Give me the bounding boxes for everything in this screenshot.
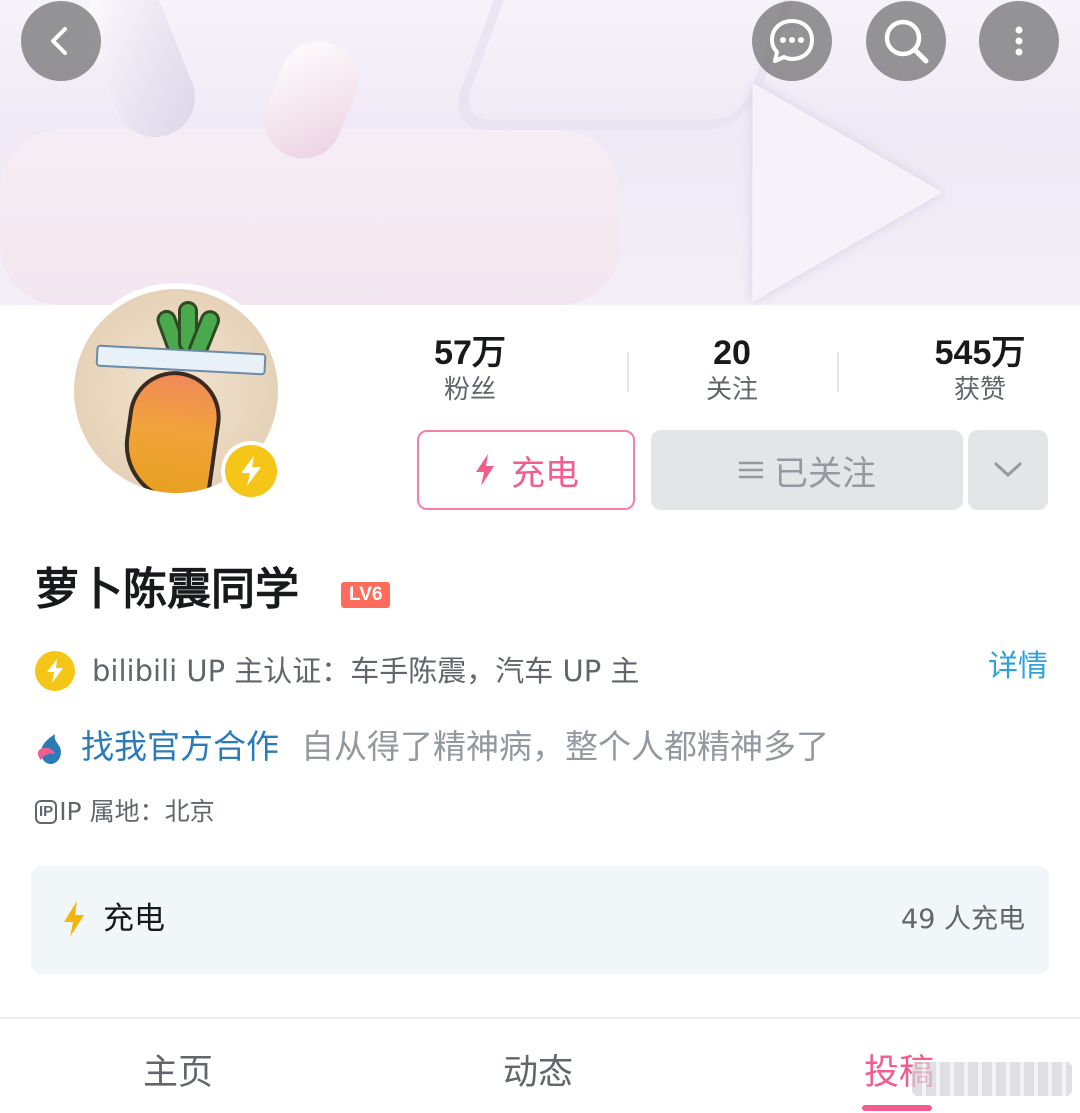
message-icon	[770, 19, 814, 63]
stat-divider	[627, 352, 629, 392]
stat-label: 关注	[705, 375, 758, 405]
certification-icon	[35, 651, 75, 691]
lightning-icon	[47, 659, 63, 683]
ip-badge-icon: IP	[35, 800, 58, 824]
more-button[interactable]	[979, 1, 1059, 81]
follow-button-label: 已关注	[774, 453, 876, 494]
charge-card-count: 49 人充电	[901, 904, 1025, 935]
menu-lines-icon	[738, 461, 764, 479]
search-button[interactable]	[866, 1, 946, 81]
stat-value: 57万	[434, 334, 506, 372]
stat-followers[interactable]: 57万 粉丝	[420, 333, 520, 407]
certification-row: bilibili UP 主认证：车手陈震，汽车 UP 主 详情	[35, 645, 1048, 695]
certification-text: bilibili UP 主认证：车手陈震，汽车 UP 主	[92, 654, 640, 688]
stat-label: 获赞	[953, 375, 1006, 405]
tab-divider	[0, 1017, 1080, 1019]
lightning-icon	[476, 454, 494, 486]
ip-location-row: IP IP 属地：北京	[35, 795, 215, 829]
charge-card-title: 充电	[103, 901, 165, 937]
stat-value: 20	[713, 334, 751, 372]
more-icon	[1015, 26, 1023, 56]
stat-divider	[837, 352, 839, 392]
ip-location-text: IP 属地：北京	[59, 797, 215, 826]
follow-dropdown-button[interactable]	[968, 430, 1048, 510]
search-icon	[884, 19, 929, 64]
lightning-icon	[64, 901, 84, 937]
level-badge: LV6	[341, 582, 391, 608]
stat-following[interactable]: 20 关注	[682, 333, 782, 407]
active-tab-indicator	[862, 1105, 932, 1111]
tab-home[interactable]: 主页	[143, 1045, 213, 1101]
charge-card[interactable]: 充电 49 人充电	[31, 866, 1049, 974]
chevron-down-icon	[994, 462, 1022, 477]
stat-value: 545万	[934, 334, 1026, 372]
verified-badge	[221, 441, 281, 501]
stat-label: 粉丝	[443, 375, 496, 405]
cooperation-link[interactable]: 找我官方合作	[81, 722, 279, 772]
message-button[interactable]	[752, 1, 832, 81]
signature-text: 自从得了精神病，整个人都精神多了	[301, 727, 829, 766]
certification-detail-link[interactable]: 详情	[988, 645, 1048, 689]
lightning-icon	[241, 456, 261, 486]
back-icon	[51, 27, 67, 55]
stat-likes[interactable]: 545万 获赞	[915, 333, 1045, 407]
cooperation-logo-icon	[37, 734, 61, 764]
back-button[interactable]	[21, 1, 101, 81]
watermark	[912, 1062, 1072, 1096]
username: 萝卜陈震同学	[35, 564, 299, 615]
tab-dynamics[interactable]: 动态	[503, 1045, 573, 1101]
follow-button[interactable]: 已关注	[651, 430, 963, 510]
charge-button[interactable]: 充电	[417, 430, 635, 510]
charge-button-label: 充电	[511, 453, 579, 494]
